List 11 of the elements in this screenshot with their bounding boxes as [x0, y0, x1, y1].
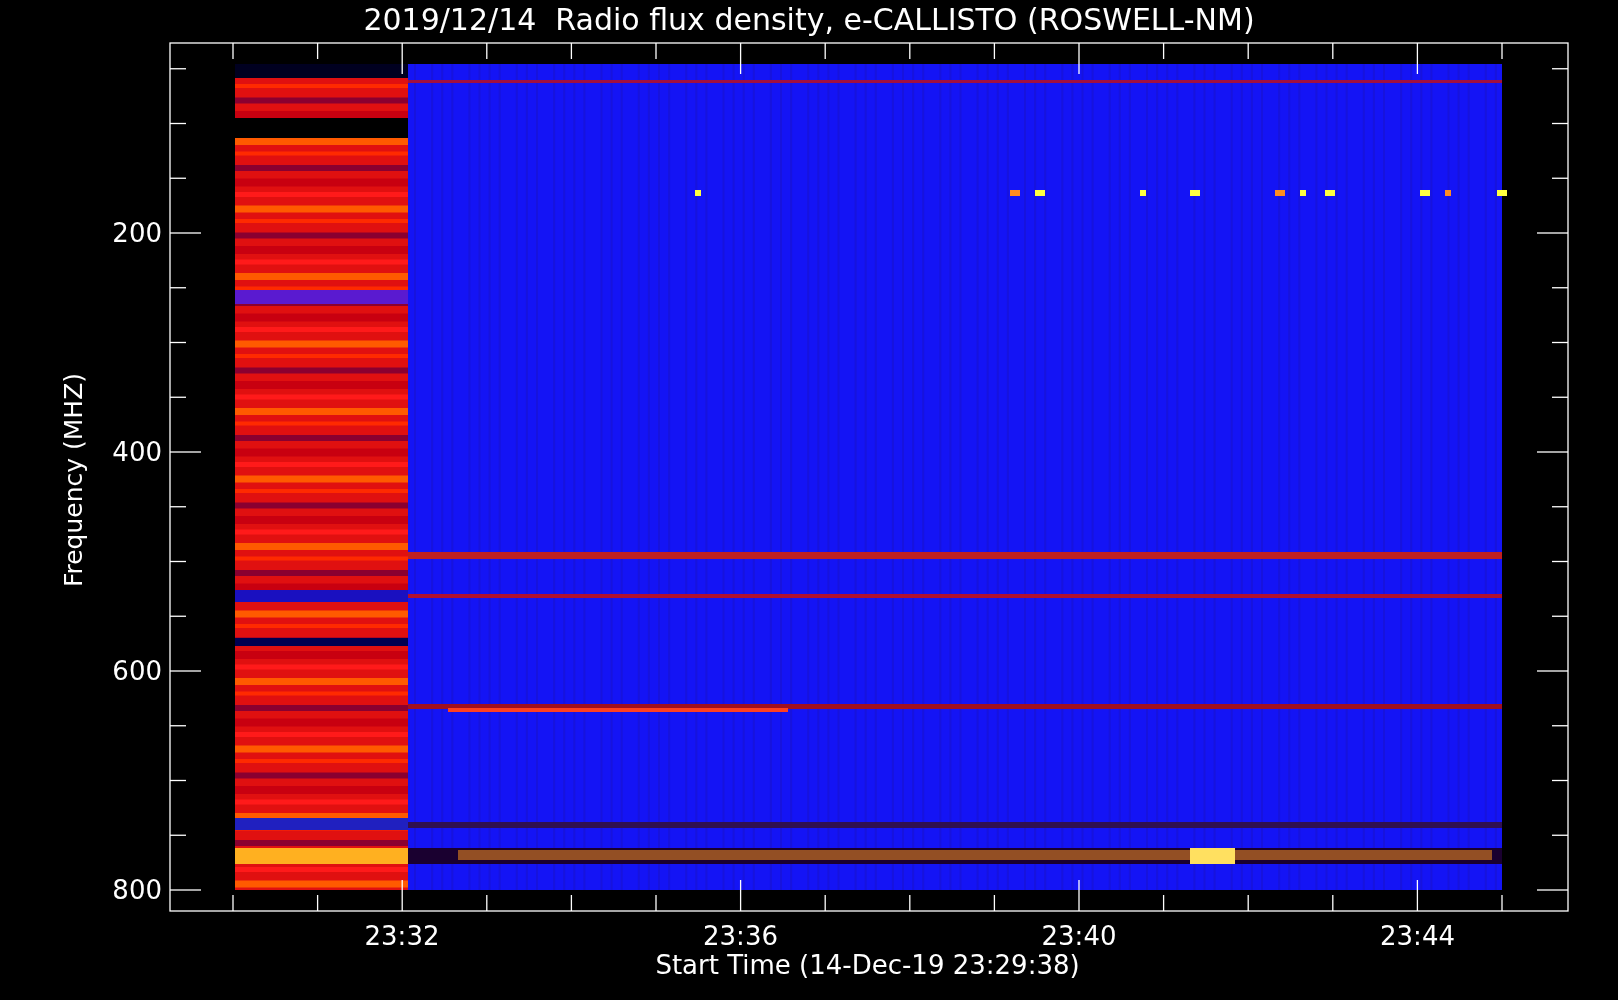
x-tick-label: 23:44 — [1379, 921, 1456, 951]
y-tick-label: 400 — [111, 437, 162, 467]
x-tick-label: 23:36 — [702, 921, 779, 951]
y-axis-label: Frequency (MHZ) — [59, 371, 89, 590]
x-tick-label: 23:32 — [363, 921, 441, 951]
x-tick-label: 23:40 — [1040, 921, 1118, 951]
y-tick-label: 800 — [111, 875, 162, 905]
y-tick-label: 200 — [111, 218, 162, 248]
y-tick-label: 600 — [111, 656, 162, 686]
x-axis-label: Start Time (14-Dec-19 23:29:38) — [654, 950, 1081, 980]
chart-title: 2019/12/14 Radio flux density, e-CALLISTO (ROSWELL-NM) — [362, 3, 1256, 37]
